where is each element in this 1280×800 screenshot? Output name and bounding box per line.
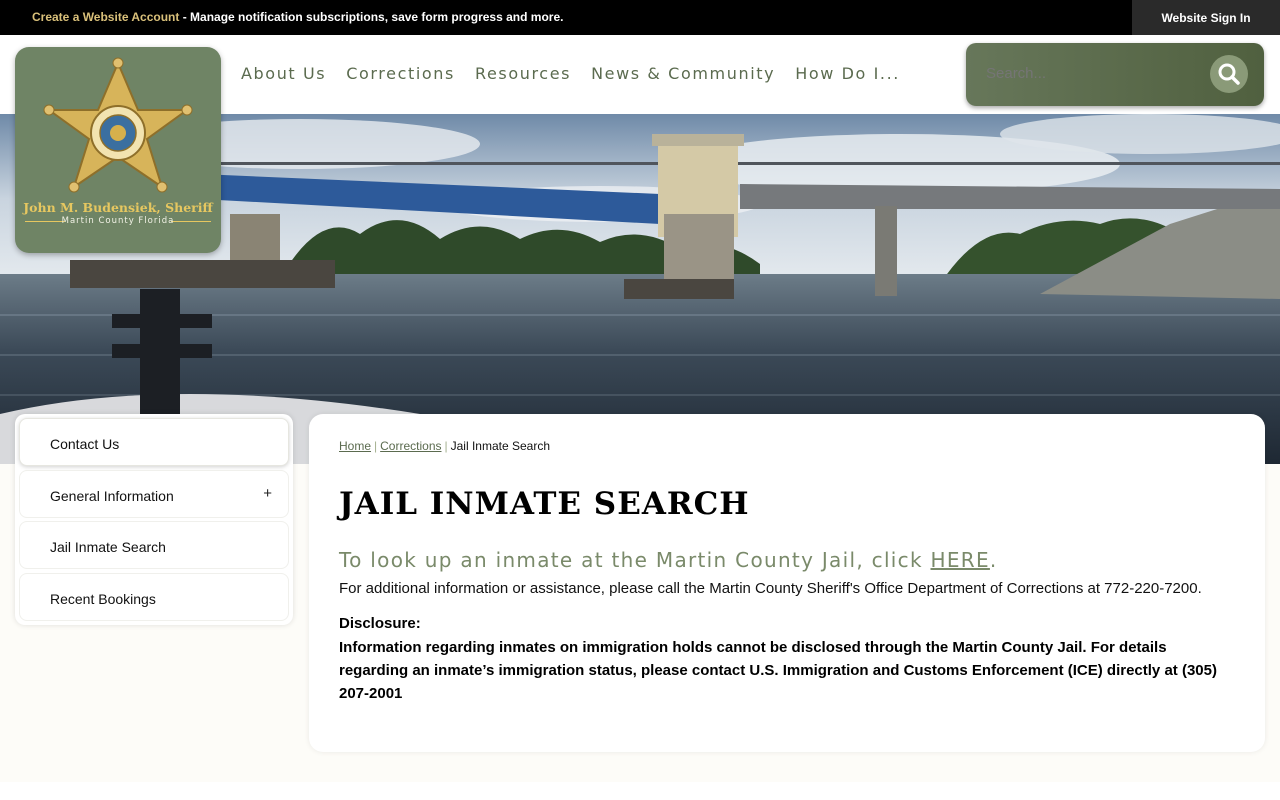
- disclosure-heading: Disclosure:: [339, 615, 421, 632]
- breadcrumb-separator: |: [444, 439, 448, 453]
- main-content: Home | Corrections | Jail Inmate Search JAIL…: [309, 414, 1265, 752]
- page-title: JAIL INMATE SEARCH: [339, 486, 750, 522]
- search-input[interactable]: [986, 65, 1166, 82]
- nav-corrections[interactable]: Corrections: [346, 64, 455, 83]
- account-promo: Create a Website Account - Manage notifi…: [32, 10, 563, 24]
- sheriff-star-badge-icon: [43, 57, 193, 193]
- breadcrumb-current: Jail Inmate Search: [450, 439, 551, 453]
- footer-strip: [0, 782, 1280, 800]
- nav-news-community[interactable]: News & Community: [591, 64, 775, 83]
- search-box: [966, 43, 1264, 106]
- disclosure-body: Information regarding inmates on immigra…: [339, 639, 1217, 702]
- nav-about-us[interactable]: About Us: [241, 64, 326, 83]
- breadcrumb-corrections-link[interactable]: Corrections: [380, 439, 441, 453]
- expand-plus-icon[interactable]: +: [263, 485, 272, 502]
- sheriff-office-logo[interactable]: John M. Budensiek, Sheriff Martin County…: [15, 47, 221, 253]
- sidebar-item-recent-bookings[interactable]: Recent Bookings: [19, 573, 289, 621]
- sidebar-item-jail-inmate-search[interactable]: Jail Inmate Search: [19, 521, 289, 569]
- sheriff-name: John M. Budensiek, Sheriff: [23, 200, 213, 215]
- inmate-lookup-text: To look up an inmate at the Martin Count…: [339, 548, 998, 572]
- nav-how-do-i[interactable]: How Do I...: [795, 64, 900, 83]
- inmate-lookup-here-link[interactable]: HERE: [931, 548, 990, 572]
- sidebar-menu: Contact Us General Information + Jail In…: [15, 414, 293, 625]
- promo-text: - Manage notification subscriptions, sav…: [179, 10, 564, 24]
- county-name: Martin County Florida: [61, 216, 175, 226]
- breadcrumb: Home | Corrections | Jail Inmate Search: [339, 439, 550, 453]
- lookup-end: .: [989, 548, 998, 572]
- create-account-link[interactable]: Create a Website Account: [32, 10, 179, 24]
- main-nav: About Us Corrections Resources News & Co…: [241, 64, 920, 83]
- sidebar-item-label: General Information: [50, 488, 174, 504]
- search-icon: [1218, 63, 1240, 85]
- sidebar-item-contact-us[interactable]: Contact Us: [19, 418, 289, 466]
- corrections-contact-info: For additional information or assistance…: [339, 580, 1202, 597]
- breadcrumb-home-link[interactable]: Home: [339, 439, 371, 453]
- sidebar-item-label: Jail Inmate Search: [50, 539, 166, 555]
- sidebar-item-label: Contact Us: [50, 436, 120, 452]
- top-utility-bar: Create a Website Account - Manage notifi…: [0, 0, 1280, 35]
- website-sign-in-button[interactable]: Website Sign In: [1132, 0, 1280, 35]
- breadcrumb-separator: |: [374, 439, 378, 453]
- lookup-text: To look up an inmate at the Martin Count…: [339, 548, 931, 572]
- sidebar-item-general-information[interactable]: General Information +: [19, 470, 289, 518]
- nav-resources[interactable]: Resources: [475, 64, 571, 83]
- search-button[interactable]: [1210, 55, 1248, 93]
- sidebar-item-label: Recent Bookings: [50, 591, 156, 607]
